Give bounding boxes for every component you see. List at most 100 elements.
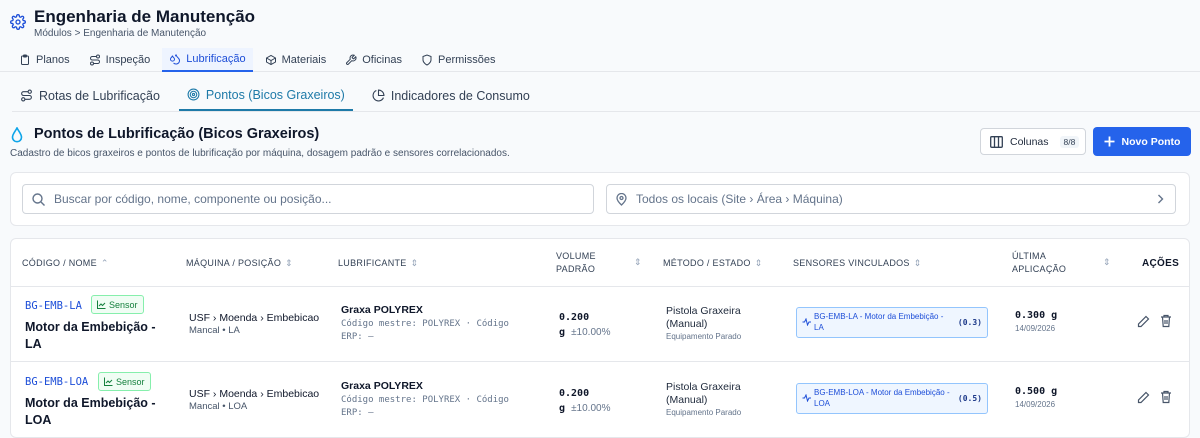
standard-volume: 0.200 g ±10.00%	[559, 388, 611, 414]
columns-label: Colunas	[1010, 135, 1049, 148]
lubrication-subtabs: Rotas de Lubrificação Pontos (Bicos Grax…	[12, 80, 1200, 112]
tolerance: ±10.00%	[571, 327, 611, 338]
sensor-value: (0.3)	[957, 318, 982, 327]
route-icon	[89, 54, 100, 66]
box-icon	[265, 54, 276, 66]
sort-icon: ⇕	[913, 258, 922, 268]
sort-icon: ⇕	[754, 258, 763, 268]
table-row[interactable]: BG-EMB-LOA Sensor Motor da Embebição - LO…	[11, 363, 1189, 437]
table-row[interactable]: BG-EMB-LA Sensor Motor da Embebição - LA …	[11, 287, 1189, 362]
tab-inspecao[interactable]: Inspeção	[82, 48, 158, 72]
col-header-last-application[interactable]: Última Aplicação	[1012, 250, 1066, 276]
tolerance: ±10.00%	[571, 403, 611, 414]
method: Pistola Graxeira (Manual)	[666, 381, 741, 406]
breadcrumb: Módulos > Engenharia de Manutenção	[34, 28, 206, 39]
sensor-label: BG-EMB-LOA - Motor da Embebição - LOA	[814, 388, 950, 408]
section-subtitle: Cadastro de bicos graxeiros e pontos de …	[10, 148, 510, 159]
edit-icon[interactable]	[1137, 391, 1150, 404]
tab-permissoes[interactable]: Permissões	[414, 48, 502, 72]
section-title: Pontos de Lubrificação (Bicos Graxeiros)	[34, 126, 320, 142]
route-icon	[21, 89, 32, 102]
sort-icon: ⇕	[634, 257, 642, 267]
chart-line-icon	[97, 300, 106, 309]
trash-icon[interactable]	[1160, 314, 1172, 328]
sensor-label: BG-EMB-LA - Motor da Embebição - LA	[814, 312, 944, 332]
tab-rotas[interactable]: Rotas de Lubrificação	[12, 80, 168, 111]
chevron-right-icon	[1158, 194, 1164, 204]
sensor-badge: Sensor	[98, 372, 151, 391]
table-header: Código / Nome ⌃ Máquina / Posição ⇕ Lubrif…	[11, 239, 1189, 287]
sort-asc-icon: ⌃	[100, 258, 109, 268]
plus-icon	[1104, 136, 1115, 147]
location-placeholder: Todos os locais (Site › Área › Máquina)	[636, 192, 843, 206]
shield-icon	[422, 54, 432, 66]
edit-icon[interactable]	[1137, 315, 1150, 328]
lubricant-detail: Código mestre: POLYREX · Código ERP: —	[341, 319, 509, 342]
location-selector[interactable]: Todos os locais (Site › Área › Máquina)	[606, 184, 1176, 214]
columns-button[interactable]: Colunas 8/8	[980, 128, 1086, 155]
columns-icon	[990, 135, 1003, 148]
sensor-badge: Sensor	[91, 295, 144, 314]
page-title: Engenharia de Manutenção	[34, 7, 256, 26]
lubrication-points-table: Código / Nome ⌃ Máquina / Posição ⇕ Lubrif…	[10, 238, 1190, 438]
columns-count-badge: 8/8	[1059, 135, 1080, 148]
standard-volume: 0.200 g ±10.00%	[559, 312, 611, 338]
tab-materiais[interactable]: Materiais	[258, 48, 334, 72]
linked-sensor-chip[interactable]: BG-EMB-LOA - Motor da Embebição - LOA (0…	[796, 383, 988, 414]
filter-bar: Buscar por código, nome, componente ou p…	[10, 172, 1190, 226]
col-header-actions: Ações	[1142, 258, 1180, 269]
breadcrumb-item-modules[interactable]: Módulos	[34, 28, 72, 39]
new-point-label: Novo Ponto	[1121, 135, 1181, 148]
tab-planos[interactable]: Planos	[12, 48, 77, 72]
activity-icon	[802, 394, 811, 402]
sort-icon: ⇕	[410, 258, 419, 268]
machine-path: USF › Moenda › Embebicao	[189, 312, 320, 324]
col-header-code[interactable]: Código / Nome ⌃	[22, 257, 109, 270]
gear-icon	[10, 14, 26, 30]
trash-icon[interactable]	[1160, 390, 1172, 404]
sensor-value: (0.5)	[957, 394, 982, 403]
target-icon	[187, 88, 200, 101]
chart-line-icon	[104, 377, 113, 386]
col-header-lubricant[interactable]: Lubrificante ⇕	[338, 257, 418, 270]
linked-sensor-chip[interactable]: BG-EMB-LA - Motor da Embebição - LA (0.3…	[796, 307, 988, 338]
tab-label: Indicadores de Consumo	[390, 88, 530, 103]
droplets-icon	[170, 54, 181, 65]
lubricant-detail: Código mestre: POLYREX · Código ERP: —	[341, 395, 509, 418]
col-header-sensors[interactable]: Sensores Vinculados ⇕	[793, 257, 922, 270]
col-header-machine[interactable]: Máquina / Posição ⇕	[186, 257, 293, 270]
lubricant-name: Graxa POLYREX	[341, 304, 423, 316]
tab-label: Lubrificação	[186, 53, 246, 65]
last-application-date: 14/09/2026	[1015, 324, 1056, 333]
equipment-state: Equipamento Parado	[666, 408, 742, 417]
last-application-value: 0.500 g	[1015, 386, 1058, 397]
tab-indicadores[interactable]: Indicadores de Consumo	[364, 80, 538, 111]
point-name: Motor da Embebição - LA	[25, 320, 156, 351]
breadcrumb-separator: >	[74, 28, 81, 39]
machine-position: Mancal • LA	[189, 325, 240, 336]
sort-icon: ⇕	[285, 258, 293, 268]
point-name: Motor da Embebição - LOA	[25, 396, 156, 427]
new-point-button[interactable]: Novo Ponto	[1093, 127, 1191, 156]
tab-label: Permissões	[438, 54, 496, 66]
search-input[interactable]: Buscar por código, nome, componente ou p…	[22, 184, 594, 214]
tab-label: Materiais	[281, 54, 327, 66]
tab-label: Rotas de Lubrificação	[39, 88, 160, 103]
last-application-date: 14/09/2026	[1015, 400, 1056, 409]
col-header-volume[interactable]: Volume Padrão	[556, 250, 596, 276]
sort-icon: ⇕	[1103, 257, 1111, 267]
col-header-method[interactable]: Método / Estado ⇕	[663, 257, 763, 270]
equipment-state: Equipamento Parado	[666, 332, 742, 341]
tab-label: Pontos (Bicos Graxeiros)	[205, 87, 345, 102]
clipboard-icon	[21, 54, 29, 65]
point-code[interactable]: BG-EMB-LOA	[25, 376, 88, 388]
last-application-value: 0.300 g	[1015, 310, 1058, 321]
tab-pontos[interactable]: Pontos (Bicos Graxeiros)	[178, 80, 353, 111]
method: Pistola Graxeira (Manual)	[666, 305, 741, 330]
pie-chart-icon	[372, 89, 385, 102]
point-code[interactable]: BG-EMB-LA	[25, 300, 82, 312]
tab-lubrificacao[interactable]: Lubrificação	[162, 48, 253, 72]
search-icon	[32, 192, 45, 206]
tab-oficinas[interactable]: Oficinas	[338, 48, 409, 72]
app-header: Engenharia de Manutenção Módulos > Engen…	[0, 0, 1200, 72]
